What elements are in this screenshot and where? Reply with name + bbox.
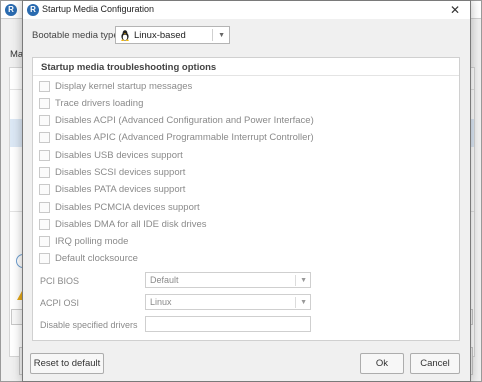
option-label: Trace drivers loading bbox=[55, 98, 144, 109]
ok-button[interactable]: Ok bbox=[360, 353, 404, 374]
option-label: Display kernel startup messages bbox=[55, 81, 193, 92]
checkbox[interactable] bbox=[39, 219, 50, 230]
startup-media-dialog: R Startup Media Configuration ✕ Bootable… bbox=[22, 0, 471, 382]
dialog-title: Startup Media Configuration bbox=[42, 4, 155, 14]
option-label: Disables PATA devices support bbox=[55, 184, 186, 195]
chevron-down-icon: ▼ bbox=[300, 277, 307, 284]
dialog-titlebar: R Startup Media Configuration ✕ bbox=[23, 1, 470, 19]
dropdown-separator bbox=[295, 297, 296, 308]
reset-to-default-button[interactable]: Reset to default bbox=[30, 353, 104, 374]
troubleshooting-title: Startup media troubleshooting options bbox=[41, 62, 217, 73]
acpi-osi-value: Linux bbox=[150, 297, 172, 307]
checkbox[interactable] bbox=[39, 115, 50, 126]
checkbox[interactable] bbox=[39, 150, 50, 161]
pci-bios-value: Default bbox=[150, 275, 179, 285]
media-type-dropdown[interactable]: Linux-based ▼ bbox=[115, 26, 230, 44]
acpi-osi-dropdown[interactable]: Linux ▼ bbox=[145, 294, 311, 310]
troubleshooting-group: Startup media troubleshooting options Di… bbox=[32, 57, 460, 341]
chevron-down-icon: ▼ bbox=[300, 299, 307, 306]
pci-bios-dropdown[interactable]: Default ▼ bbox=[145, 272, 311, 288]
chevron-down-icon: ▼ bbox=[218, 32, 225, 39]
checkbox[interactable] bbox=[39, 98, 50, 109]
checkbox[interactable] bbox=[39, 81, 50, 92]
pci-bios-label: PCI BIOS bbox=[40, 276, 80, 286]
option-label: Disables APIC (Advanced Programmable Int… bbox=[55, 132, 314, 143]
option-label: Default clocksource bbox=[55, 253, 138, 264]
option-label: Disables DMA for all IDE disk drives bbox=[55, 219, 207, 230]
option-label: Disables ACPI (Advanced Configuration an… bbox=[55, 115, 314, 126]
dropdown-separator bbox=[212, 29, 213, 41]
checkbox[interactable] bbox=[39, 202, 50, 213]
app-logo-icon: R bbox=[5, 4, 17, 16]
checkbox[interactable] bbox=[39, 253, 50, 264]
dropdown-separator bbox=[295, 275, 296, 286]
troubleshooting-header: Startup media troubleshooting options bbox=[33, 58, 459, 76]
linux-penguin-icon bbox=[121, 30, 129, 41]
checkbox[interactable] bbox=[39, 132, 50, 143]
checkbox[interactable] bbox=[39, 184, 50, 195]
checkbox[interactable] bbox=[39, 236, 50, 247]
media-type-label: Bootable media type bbox=[32, 30, 119, 41]
app-logo-icon: R bbox=[27, 4, 39, 16]
media-type-value: Linux-based bbox=[134, 30, 186, 41]
option-label: Disables PCMCIA devices support bbox=[55, 202, 200, 213]
option-label: IRQ polling mode bbox=[55, 236, 129, 247]
cancel-button[interactable]: Cancel bbox=[410, 353, 460, 374]
acpi-osi-label: ACPI OSI bbox=[40, 298, 80, 308]
option-label: Disables USB devices support bbox=[55, 150, 183, 161]
disable-drivers-input[interactable] bbox=[145, 316, 311, 332]
close-icon[interactable]: ✕ bbox=[448, 3, 462, 17]
disable-drivers-label: Disable specified drivers bbox=[40, 320, 138, 330]
checkbox[interactable] bbox=[39, 167, 50, 178]
option-label: Disables SCSI devices support bbox=[55, 167, 186, 178]
